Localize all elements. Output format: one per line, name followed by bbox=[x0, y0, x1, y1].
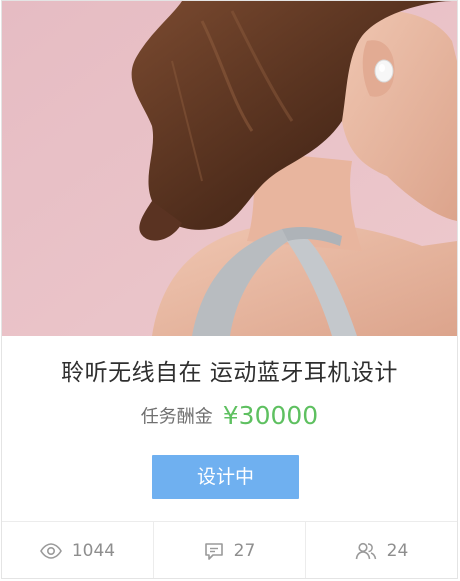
participants-stat[interactable]: 24 bbox=[305, 522, 457, 578]
users-icon bbox=[355, 542, 377, 560]
card-stats-footer: 1044 27 24 bbox=[2, 521, 457, 578]
comment-icon bbox=[204, 542, 224, 560]
project-cover-image[interactable] bbox=[2, 1, 457, 336]
project-title[interactable]: 聆听无线自在 运动蓝牙耳机设计 bbox=[2, 353, 457, 387]
views-stat: 1044 bbox=[2, 522, 153, 578]
reward-amount: ¥30000 bbox=[222, 401, 319, 430]
status-button[interactable]: 设计中 bbox=[152, 455, 299, 499]
views-count: 1044 bbox=[71, 541, 116, 561]
comments-count: 27 bbox=[233, 541, 256, 561]
reward-label: 任务酬金 bbox=[140, 406, 213, 428]
reward-row: 任务酬金 ¥30000 bbox=[2, 401, 457, 430]
comments-stat[interactable]: 27 bbox=[153, 522, 305, 578]
eye-icon bbox=[39, 543, 62, 559]
project-card[interactable]: 聆听无线自在 运动蓝牙耳机设计 任务酬金 ¥30000 设计中 1044 27 … bbox=[1, 0, 458, 579]
woman-with-earbud-illustration bbox=[2, 1, 457, 336]
participants-count: 24 bbox=[386, 541, 409, 561]
